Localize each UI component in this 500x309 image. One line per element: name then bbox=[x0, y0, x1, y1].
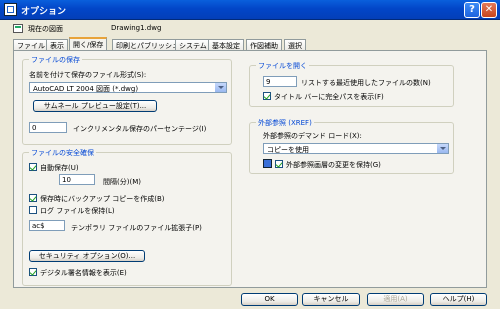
demand-load-select[interactable]: コピーを使用 bbox=[263, 143, 449, 154]
autosave-label: 自動保存(U) bbox=[40, 164, 79, 172]
help-title-button[interactable]: ? bbox=[464, 2, 480, 18]
current-drawing-label: 現在の図面 bbox=[28, 25, 63, 33]
drawing-icon bbox=[13, 24, 23, 33]
app-icon bbox=[4, 3, 17, 16]
tab-display[interactable]: 表示 bbox=[46, 39, 68, 50]
file-open-group: ファイルを開く 9 リストする最近使用したファイルの数(N) タイトル バーに完… bbox=[249, 61, 454, 107]
tab-drafting[interactable]: 作図補助 bbox=[246, 39, 282, 50]
full-path-label: タイトル バーに完全パスを表示(F) bbox=[274, 93, 384, 101]
tab-panel-open-save: ファイルの保存 名前を付けて保存のファイル形式(S): AutoCAD LT 2… bbox=[13, 50, 487, 288]
tab-plot-publish[interactable]: 印刷とパブリッシュ bbox=[112, 39, 183, 50]
current-drawing-row: 現在の図面 Drawing1.dwg bbox=[0, 20, 500, 38]
file-open-legend: ファイルを開く bbox=[256, 61, 309, 71]
title-bar[interactable]: オプション ? ✕ bbox=[0, 0, 500, 20]
save-format-label: 名前を付けて保存のファイル形式(S): bbox=[29, 71, 147, 79]
chevron-down-icon[interactable] bbox=[214, 83, 226, 92]
demand-load-label: 外部参照のデマンド ロード(X): bbox=[263, 132, 362, 140]
recent-files-label: リストする最近使用したファイルの数(N) bbox=[301, 79, 431, 87]
retain-xref-layer-label: 外部参照画層の変更を保持(G) bbox=[286, 161, 381, 169]
thumbnail-preview-settings-button[interactable]: サムネール プレビュー設定(T)... bbox=[33, 100, 157, 112]
autosave-checkbox[interactable] bbox=[29, 163, 37, 171]
tab-files[interactable]: ファイル bbox=[13, 39, 49, 50]
incremental-save-label: インクリメンタル保存のパーセンテージ(I) bbox=[73, 125, 207, 133]
temp-extension-input[interactable]: ac$ bbox=[29, 220, 65, 231]
close-button[interactable]: ✕ bbox=[481, 2, 497, 18]
xref-layer-icon bbox=[263, 159, 272, 168]
ok-button[interactable]: OK bbox=[241, 293, 298, 306]
chevron-down-icon[interactable] bbox=[436, 144, 448, 153]
digital-signature-label: デジタル署名情報を表示(E) bbox=[40, 269, 127, 277]
window-title: オプション bbox=[21, 7, 67, 17]
tab-selection[interactable]: 選択 bbox=[284, 39, 306, 50]
xref-legend: 外部参照 (XREF) bbox=[256, 118, 314, 128]
log-file-label: ログ ファイルを保持(L) bbox=[40, 207, 115, 215]
file-save-legend: ファイルの保存 bbox=[29, 55, 82, 65]
close-icon: ✕ bbox=[484, 4, 494, 15]
help-button[interactable]: ヘルプ(H) bbox=[430, 293, 487, 306]
cancel-button[interactable]: キャンセル bbox=[302, 293, 360, 306]
temp-extension-label: テンポラリ ファイルのファイル拡張子(P) bbox=[71, 224, 202, 232]
file-safety-legend: ファイルの安全確保 bbox=[29, 148, 96, 158]
question-icon: ? bbox=[469, 4, 475, 15]
digital-signature-checkbox[interactable] bbox=[29, 268, 37, 276]
xref-group: 外部参照 (XREF) 外部参照のデマンド ロード(X): コピーを使用 外部参… bbox=[249, 118, 454, 174]
autosave-interval-label: 間隔(分)(M) bbox=[103, 178, 141, 186]
full-path-checkbox[interactable] bbox=[263, 92, 271, 100]
tab-system[interactable]: システム bbox=[175, 39, 211, 50]
demand-load-value: コピーを使用 bbox=[267, 146, 309, 154]
recent-files-input[interactable]: 9 bbox=[263, 76, 297, 87]
save-format-select[interactable]: AutoCAD LT 2004 図面 (*.dwg) bbox=[29, 82, 227, 93]
tab-user-preferences[interactable]: 基本設定 bbox=[208, 39, 244, 50]
log-file-checkbox[interactable] bbox=[29, 206, 37, 214]
retain-xref-layer-checkbox[interactable] bbox=[275, 160, 283, 168]
backup-label: 保存時にバックアップ コピーを作成(B) bbox=[40, 195, 165, 203]
file-save-group: ファイルの保存 名前を付けて保存のファイル形式(S): AutoCAD LT 2… bbox=[22, 55, 232, 145]
file-safety-group: ファイルの安全確保 自動保存(U) 10 間隔(分)(M) 保存時にバックアップ… bbox=[22, 148, 232, 286]
autosave-interval-input[interactable]: 10 bbox=[59, 174, 95, 185]
backup-checkbox[interactable] bbox=[29, 194, 37, 202]
apply-button[interactable]: 適用(A) bbox=[367, 293, 424, 306]
save-format-value: AutoCAD LT 2004 図面 (*.dwg) bbox=[33, 85, 139, 93]
tab-open-save[interactable]: 開く/保存 bbox=[69, 37, 108, 50]
current-drawing-value: Drawing1.dwg bbox=[111, 24, 162, 32]
incremental-save-input[interactable]: 0 bbox=[29, 122, 67, 133]
security-options-button[interactable]: セキュリティ オプション(O)... bbox=[29, 250, 145, 262]
